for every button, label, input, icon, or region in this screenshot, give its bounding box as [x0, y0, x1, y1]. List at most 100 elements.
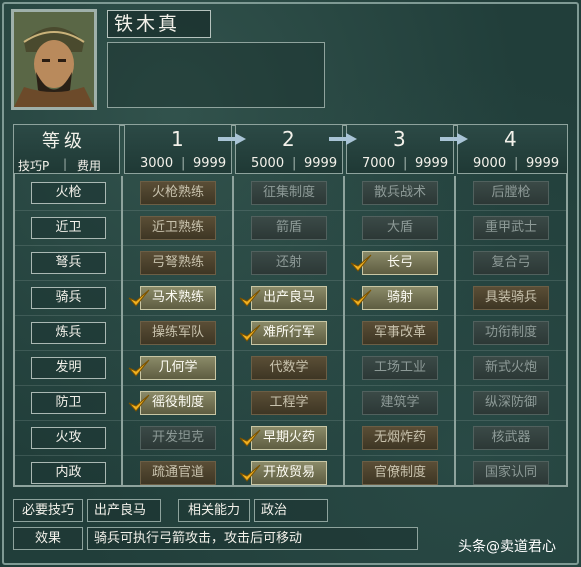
cost-label: 费用	[77, 159, 102, 173]
skill-button[interactable]: 早期火药	[251, 426, 327, 450]
row-divider	[15, 245, 566, 246]
related-ability-value: 政治	[254, 499, 328, 522]
skill-button[interactable]: 出产良马	[251, 286, 327, 310]
level-arrow-icon	[329, 133, 357, 145]
skill-button[interactable]: 散兵战术	[362, 181, 438, 205]
row-divider	[15, 385, 566, 386]
skill-button[interactable]: 纵深防御	[473, 391, 549, 415]
column-divider	[454, 176, 456, 486]
skill-button[interactable]: 马术熟练	[140, 286, 216, 310]
category-label: 弩兵	[31, 252, 106, 274]
level-1-number: 1	[171, 127, 184, 151]
level-arrow-icon	[218, 133, 246, 145]
related-ability-label: 相关能力	[178, 499, 250, 522]
header-separator: |	[181, 156, 186, 171]
skill-button[interactable]: 无烟炸药	[362, 426, 438, 450]
skill-button[interactable]: 军事改革	[362, 321, 438, 345]
skill-button[interactable]: 国家认同	[473, 461, 549, 485]
row-divider	[15, 210, 566, 211]
skill-button[interactable]: 复合弓	[473, 251, 549, 275]
effect-label: 效果	[13, 527, 83, 550]
category-label: 内政	[31, 462, 106, 484]
category-label: 发明	[31, 357, 106, 379]
level-3-cost: 7000	[362, 156, 396, 171]
row-divider	[15, 315, 566, 316]
level-3-number: 3	[393, 127, 406, 151]
skill-button[interactable]: 代数学	[251, 356, 327, 380]
category-label: 骑兵	[31, 287, 106, 309]
level-2-points: 9999	[304, 156, 338, 171]
general-description-box	[107, 42, 325, 108]
checkmark-icon	[128, 359, 150, 377]
header-separator: |	[514, 156, 519, 171]
skill-button[interactable]: 功衔制度	[473, 321, 549, 345]
column-divider	[232, 176, 234, 486]
skill-button[interactable]: 建筑学	[362, 391, 438, 415]
skill-button[interactable]: 火枪熟练	[140, 181, 216, 205]
level-4-points: 9999	[526, 156, 560, 171]
column-divider	[121, 176, 123, 486]
level-2-number: 2	[282, 127, 295, 151]
skill-button[interactable]: 核武器	[473, 426, 549, 450]
skill-button[interactable]: 近卫熟练	[140, 216, 216, 240]
level-2-cost: 5000	[251, 156, 285, 171]
checkmark-icon	[350, 254, 372, 272]
checkmark-icon	[239, 464, 261, 482]
skill-button[interactable]: 新式火炮	[473, 356, 549, 380]
level-label: 等级	[42, 131, 86, 152]
category-label: 火枪	[31, 182, 106, 204]
skill-button[interactable]: 大盾	[362, 216, 438, 240]
skill-button[interactable]: 徭役制度	[140, 391, 216, 415]
column-divider	[343, 176, 345, 486]
required-skill-label: 必要技巧	[13, 499, 83, 522]
level-arrow-icon	[440, 133, 468, 145]
general-portrait	[11, 9, 97, 110]
skill-button[interactable]: 工场工业	[362, 356, 438, 380]
category-label: 防卫	[31, 392, 106, 414]
category-label: 近卫	[31, 217, 106, 239]
required-skill-value: 出产良马	[87, 499, 161, 522]
portrait-image	[14, 12, 94, 107]
level-4-number: 4	[504, 127, 517, 151]
skill-button[interactable]: 难所行军	[251, 321, 327, 345]
skill-button[interactable]: 弓弩熟练	[140, 251, 216, 275]
skill-button[interactable]: 还射	[251, 251, 327, 275]
row-divider	[15, 420, 566, 421]
level-3-points: 9999	[415, 156, 449, 171]
level-1-points: 9999	[193, 156, 227, 171]
checkmark-icon	[239, 429, 261, 447]
skill-button[interactable]: 长弓	[362, 251, 438, 275]
checkmark-icon	[350, 289, 372, 307]
skill-button[interactable]: 疏通官道	[140, 461, 216, 485]
header-separator: |	[292, 156, 297, 171]
skill-button[interactable]: 开放贸易	[251, 461, 327, 485]
skill-button[interactable]: 具装骑兵	[473, 286, 549, 310]
row-divider	[15, 350, 566, 351]
skill-button[interactable]: 重甲武士	[473, 216, 549, 240]
checkmark-icon	[128, 289, 150, 307]
skill-button[interactable]: 几何学	[140, 356, 216, 380]
checkmark-icon	[128, 394, 150, 412]
skill-button[interactable]: 开发坦克	[140, 426, 216, 450]
general-name: 铁木真	[107, 10, 211, 38]
skill-button[interactable]: 后膛枪	[473, 181, 549, 205]
credit-watermark: 头条@卖道君心	[458, 539, 556, 555]
checkmark-icon	[239, 324, 261, 342]
skill-button[interactable]: 骑射	[362, 286, 438, 310]
header-separator: |	[63, 157, 68, 171]
skill-button[interactable]: 征集制度	[251, 181, 327, 205]
row-divider	[15, 455, 566, 456]
skill-button[interactable]: 官僚制度	[362, 461, 438, 485]
skill-button[interactable]: 操练军队	[140, 321, 216, 345]
level-4-cost: 9000	[473, 156, 507, 171]
skill-button[interactable]: 箭盾	[251, 216, 327, 240]
row-divider	[15, 280, 566, 281]
points-label: 技巧P	[18, 159, 50, 173]
level-1-cost: 3000	[140, 156, 174, 171]
checkmark-icon	[239, 289, 261, 307]
skill-button[interactable]: 工程学	[251, 391, 327, 415]
category-label: 炼兵	[31, 322, 106, 344]
header-separator: |	[403, 156, 408, 171]
category-label: 火攻	[31, 427, 106, 449]
effect-value: 骑兵可执行弓箭攻击，攻击后可移动	[87, 527, 418, 550]
